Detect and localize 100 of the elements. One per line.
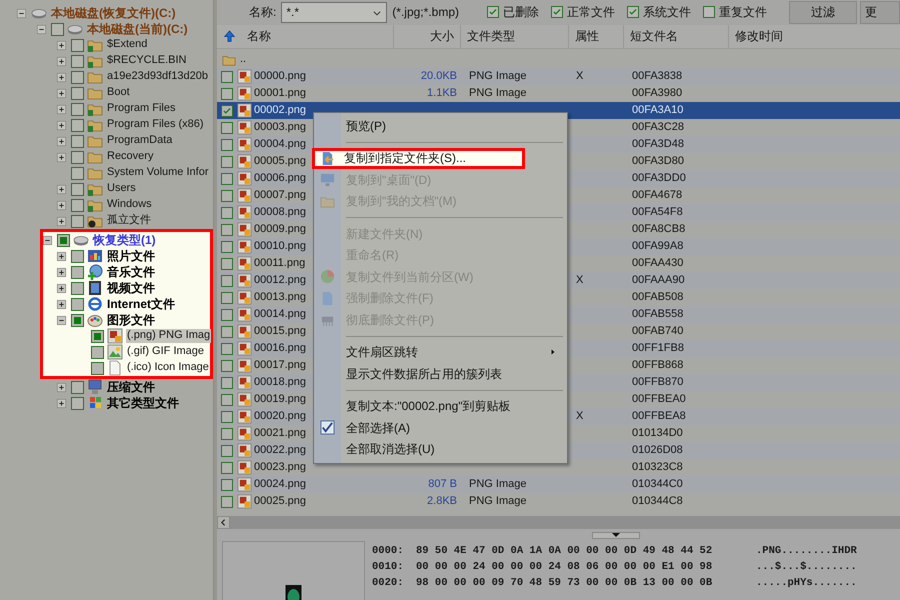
filter-button[interactable]: 过滤: [789, 1, 857, 24]
file-name[interactable]: 00011.png: [254, 256, 306, 270]
tree-checkbox[interactable]: [51, 22, 64, 36]
file-checkbox[interactable]: [221, 478, 233, 490]
file-name[interactable]: 00017.png: [254, 358, 306, 372]
tree-checkbox[interactable]: [71, 182, 84, 196]
file-name[interactable]: 00005.png: [254, 154, 306, 168]
expand-toggle[interactable]: [57, 216, 66, 226]
file-name[interactable]: 00000.png: [254, 70, 306, 84]
file-name[interactable]: 00021.png: [254, 426, 306, 440]
file-name[interactable]: 00018.png: [254, 376, 306, 390]
expand-toggle[interactable]: [57, 40, 66, 50]
tree-checkbox[interactable]: [71, 314, 84, 326]
file-checkbox[interactable]: [221, 394, 233, 406]
tree-item[interactable]: 恢复类型(1): [92, 232, 157, 248]
file-checkbox[interactable]: [221, 190, 233, 202]
file-checkbox[interactable]: [221, 462, 233, 474]
collapse-handle[interactable]: [592, 532, 640, 538]
expand-toggle[interactable]: [57, 136, 66, 146]
tree-checkbox[interactable]: [91, 346, 104, 358]
tree-checkbox[interactable]: [71, 250, 84, 262]
tree-item[interactable]: (.ico) Icon Image: [126, 361, 210, 375]
file-name[interactable]: 00024.png: [254, 478, 306, 492]
tree-checkbox[interactable]: [71, 118, 84, 132]
parent-folder-row[interactable]: ..: [217, 52, 394, 66]
file-name[interactable]: 00009.png: [254, 222, 306, 236]
file-name[interactable]: 00020.png: [254, 410, 306, 424]
menu-item[interactable]: 全部选择(A): [314, 417, 567, 438]
tree-checkbox[interactable]: [71, 150, 84, 164]
column-header[interactable]: 大小: [394, 25, 461, 48]
expand-toggle[interactable]: [57, 300, 66, 308]
tree-item[interactable]: Boot: [106, 86, 131, 100]
file-checkbox[interactable]: [221, 376, 233, 388]
file-checkbox[interactable]: [221, 342, 233, 354]
filter-checkbox[interactable]: 系统文件: [627, 5, 691, 20]
expand-toggle[interactable]: [57, 284, 66, 292]
column-header[interactable]: 短文件名: [624, 25, 729, 48]
file-name[interactable]: 00019.png: [254, 392, 306, 406]
tree-item[interactable]: (.gif) GIF Image: [126, 345, 206, 359]
file-checkbox[interactable]: [221, 496, 233, 508]
tree-checkbox[interactable]: [71, 198, 84, 212]
file-name[interactable]: 00007.png: [254, 188, 306, 202]
expand-toggle[interactable]: [57, 72, 66, 82]
tree-checkbox[interactable]: [71, 54, 84, 68]
file-checkbox[interactable]: [221, 206, 233, 218]
file-checkbox[interactable]: [221, 156, 233, 168]
menu-item[interactable]: 全部取消选择(U): [314, 438, 567, 460]
tree-item[interactable]: a19e23d93df13d20b: [106, 70, 209, 84]
tree-item[interactable]: Windows: [106, 198, 153, 212]
expand-toggle[interactable]: [57, 316, 66, 324]
expand-toggle[interactable]: [37, 24, 46, 34]
menu-item[interactable]: 复制文本:"00002.png"到剪贴板: [314, 396, 567, 417]
column-header[interactable]: 文件类型: [461, 25, 569, 48]
column-header[interactable]: 名称: [217, 25, 394, 48]
file-checkbox[interactable]: [221, 172, 233, 184]
file-name[interactable]: 00013.png: [254, 290, 306, 304]
tree-item[interactable]: Users: [106, 182, 137, 196]
column-header[interactable]: 属性: [569, 25, 624, 48]
tree-item[interactable]: System Volume Infor: [106, 166, 210, 180]
file-checkbox[interactable]: [221, 240, 233, 252]
tree-checkbox[interactable]: [71, 266, 84, 278]
tree-checkbox[interactable]: [71, 214, 84, 228]
file-checkbox[interactable]: [221, 410, 233, 422]
file-name[interactable]: 00006.png: [254, 172, 306, 186]
tree-checkbox[interactable]: [71, 380, 84, 394]
expand-toggle[interactable]: [43, 236, 52, 244]
file-name[interactable]: 00004.png: [254, 138, 306, 152]
name-filter-combobox[interactable]: *.*: [281, 2, 388, 23]
file-name[interactable]: 00022.png: [254, 444, 306, 458]
file-checkbox[interactable]: [221, 258, 233, 270]
tree-item[interactable]: $Extend: [106, 38, 148, 52]
expand-toggle[interactable]: [57, 88, 66, 98]
tree-item[interactable]: Program Files (x86): [106, 118, 205, 132]
menu-item[interactable]: 文件扇区跳转: [314, 342, 567, 363]
tree-checkbox[interactable]: [71, 38, 84, 52]
file-checkbox[interactable]: [221, 122, 233, 134]
tree-item[interactable]: $RECYCLE.BIN: [106, 54, 188, 68]
tree-checkbox[interactable]: [71, 102, 84, 116]
horizontal-scrollbar[interactable]: [217, 516, 900, 529]
tree-item[interactable]: 视频文件: [106, 280, 156, 296]
expand-toggle[interactable]: [57, 120, 66, 130]
filter-checkbox[interactable]: 重复文件: [703, 5, 767, 20]
tree-checkbox[interactable]: [71, 396, 84, 410]
tree-checkbox[interactable]: [71, 166, 84, 180]
file-name[interactable]: 00002.png: [254, 104, 306, 118]
file-name[interactable]: 00023.png: [254, 460, 306, 474]
tree-checkbox[interactable]: [91, 330, 104, 342]
file-name[interactable]: 00014.png: [254, 308, 306, 322]
filter-button[interactable]: 更: [860, 1, 900, 24]
expand-toggle[interactable]: [57, 56, 66, 66]
file-name[interactable]: 00003.png: [254, 120, 306, 134]
tree-item[interactable]: 孤立文件: [106, 214, 152, 228]
tree-item[interactable]: 图形文件: [106, 312, 156, 328]
file-checkbox[interactable]: [221, 70, 233, 82]
file-checkbox[interactable]: [221, 138, 233, 150]
tree-item[interactable]: Recovery: [106, 150, 154, 164]
expand-toggle[interactable]: [57, 268, 66, 276]
file-name[interactable]: 00015.png: [254, 324, 306, 338]
file-name[interactable]: 00016.png: [254, 342, 306, 356]
file-checkbox[interactable]: [221, 224, 233, 236]
